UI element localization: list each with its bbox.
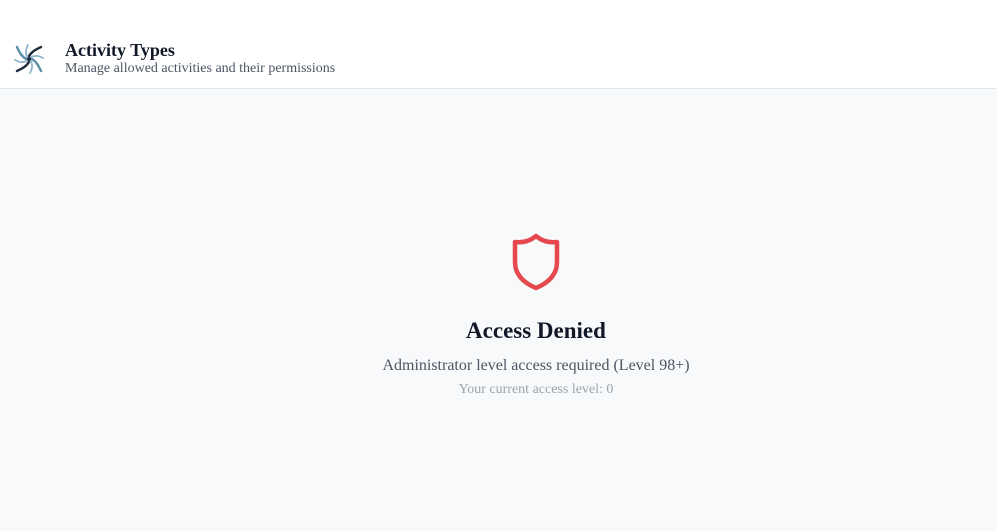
page-header: Activity Types Manage allowed activities… <box>0 0 997 89</box>
current-access-level: Your current access level: 0 <box>458 382 614 397</box>
page-subtitle: Manage allowed activities and their perm… <box>65 61 336 76</box>
access-denied-title: Access Denied <box>466 318 606 343</box>
access-denied-message: Administrator level access required (Lev… <box>382 357 690 374</box>
swirl-logo-icon <box>14 44 44 74</box>
page-title: Activity Types <box>65 40 175 60</box>
main-content: Access Denied Administrator level access… <box>0 90 997 531</box>
shield-icon <box>512 233 560 291</box>
